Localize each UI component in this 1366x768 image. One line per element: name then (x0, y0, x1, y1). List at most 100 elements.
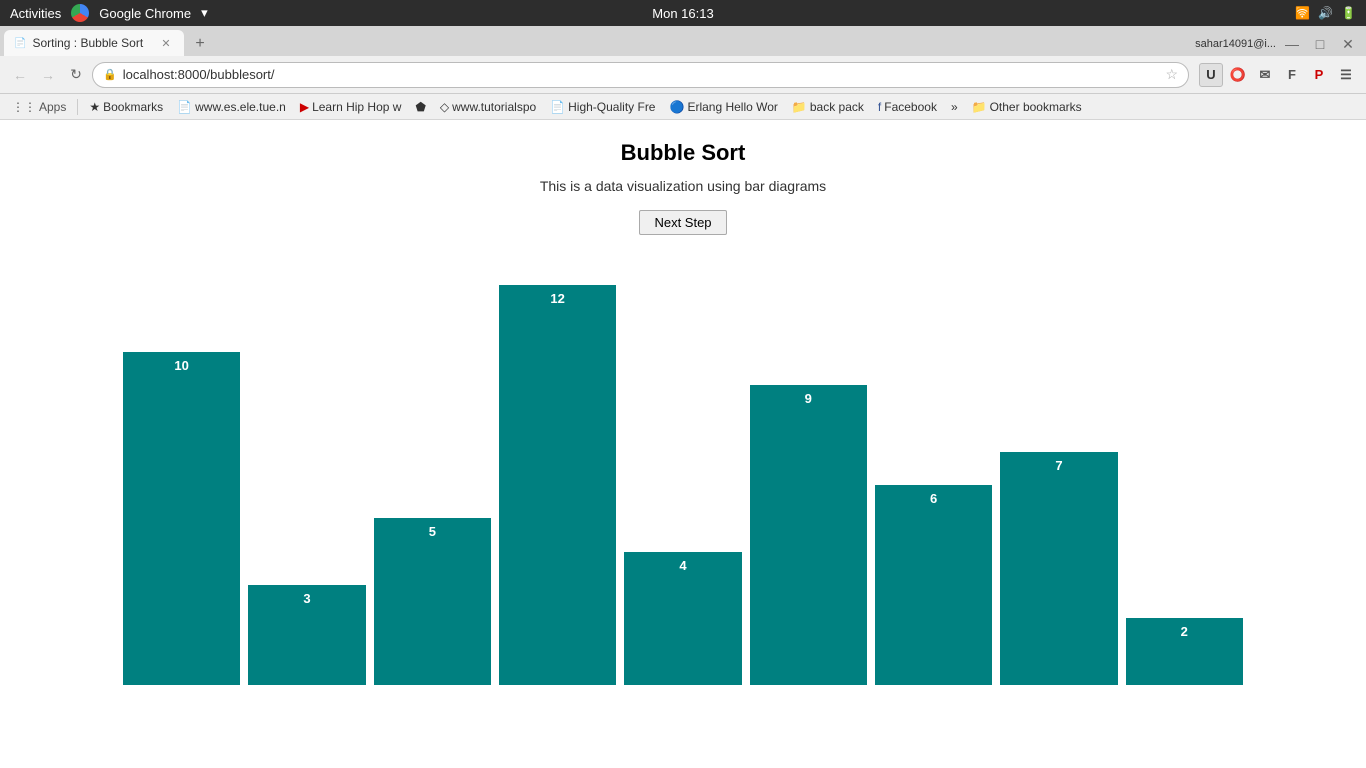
bar-value-label: 2 (1181, 624, 1188, 639)
erlang-icon: 🔵 (669, 100, 684, 114)
tab-close-button[interactable]: ✕ (158, 35, 174, 51)
user-info-label: sahar14091@i... (1195, 38, 1276, 50)
circle-icon: ⬟ (415, 100, 425, 114)
more-bookmarks-icon: » (951, 100, 958, 114)
dropdown-arrow-icon: ▾ (201, 5, 208, 21)
bar-wrapper: 3 (248, 585, 365, 685)
bar-wrapper: 2 (1126, 618, 1243, 685)
chart-bar: 9 (750, 385, 867, 685)
browser-name-label: Google Chrome (99, 6, 191, 21)
doc2-icon: 📄 (550, 100, 565, 114)
bookmark-more[interactable]: » (945, 98, 964, 116)
volume-icon: 🔊 (1318, 6, 1333, 20)
page-content: Bubble Sort This is a data visualization… (0, 120, 1366, 768)
bar-wrapper: 12 (499, 285, 616, 685)
nav-extensions: U ⭕ ✉ F P ☰ (1199, 63, 1358, 87)
bookmark-hq[interactable]: 📄 High-Quality Fre (544, 98, 661, 116)
clock-label: Mon 16:13 (652, 6, 713, 21)
battery-icon: 🔋 (1341, 6, 1356, 20)
folder-icon: 📁 (792, 100, 807, 114)
forward-button[interactable]: → (36, 63, 60, 87)
bar-value-label: 9 (805, 391, 812, 406)
diamond-icon: ◇ (440, 100, 449, 114)
bookmark-es-label: www.es.ele.tue.n (195, 100, 286, 114)
mail-ext-button[interactable]: ✉ (1253, 63, 1277, 87)
bookmark-label: Bookmarks (103, 100, 163, 114)
tab-bar: 📄 Sorting : Bubble Sort ✕ + sahar14091@i… (0, 26, 1366, 56)
chart-bar: 3 (248, 585, 365, 685)
back-button[interactable]: ← (8, 63, 32, 87)
chrome-logo-icon (71, 4, 89, 22)
bar-value-label: 6 (930, 491, 937, 506)
doc-icon: 📄 (177, 100, 192, 114)
bookmark-facebook[interactable]: f Facebook (872, 98, 943, 116)
new-tab-area: + (188, 32, 212, 56)
new-tab-button[interactable]: + (188, 32, 212, 56)
bookmark-other-label: Other bookmarks (990, 100, 1082, 114)
window-controls: sahar14091@i... — □ ✕ (1195, 32, 1366, 56)
tab-favicon-icon: 📄 (14, 38, 26, 49)
bookmark-tutorialspo[interactable]: ◇ www.tutorialspo (434, 98, 542, 116)
bar-value-label: 5 (429, 524, 436, 539)
apps-bookmark[interactable]: ⋮⋮ Apps (6, 98, 72, 116)
menu-button[interactable]: ☰ (1334, 63, 1358, 87)
bar-wrapper: 6 (875, 485, 992, 685)
navigation-bar: ← → ↻ 🔒 localhost:8000/bubblesort/ ☆ U ⭕… (0, 56, 1366, 94)
chart-bar: 10 (123, 352, 240, 685)
apps-label: Apps (39, 100, 66, 114)
bar-value-label: 4 (679, 558, 686, 573)
bookmark-separator (77, 99, 78, 115)
bookmark-learn-hiphop[interactable]: ▶ Learn Hip Hop w (294, 98, 408, 116)
bookmarks-bar: ⋮⋮ Apps ★ Bookmarks 📄 www.es.ele.tue.n ▶… (0, 94, 1366, 120)
chart-bar: 12 (499, 285, 616, 685)
bar-wrapper: 5 (374, 518, 491, 685)
active-tab[interactable]: 📄 Sorting : Bubble Sort ✕ (4, 30, 184, 56)
chart-bar: 5 (374, 518, 491, 685)
tab-title: Sorting : Bubble Sort (32, 36, 143, 50)
youtube-icon: ▶ (300, 100, 309, 114)
bar-value-label: 3 (303, 591, 310, 606)
bar-value-label: 10 (174, 358, 188, 373)
next-step-button[interactable]: Next Step (639, 210, 726, 235)
chart-bar: 7 (1000, 452, 1117, 685)
bookmark-other[interactable]: 📁 Other bookmarks (966, 98, 1088, 116)
bookmark-hq-label: High-Quality Fre (568, 100, 655, 114)
bookmark-tutorials-label: www.tutorialspo (452, 100, 536, 114)
bookmark-backpack-label: back pack (810, 100, 864, 114)
reload-button[interactable]: ↻ (64, 63, 88, 87)
folder2-icon: 📁 (972, 100, 987, 114)
bookmark-icon1[interactable]: ⬟ (409, 98, 431, 116)
bookmark-es-ele[interactable]: 📄 www.es.ele.tue.n (171, 98, 292, 116)
bookmark-backpack[interactable]: 📁 back pack (786, 98, 870, 116)
wifi-icon: 🛜 (1295, 6, 1310, 20)
bar-value-label: 7 (1055, 458, 1062, 473)
chart-bar: 6 (875, 485, 992, 685)
bookmark-bookmarks[interactable]: ★ Bookmarks (83, 98, 169, 116)
bar-wrapper: 4 (624, 552, 741, 685)
page-subtitle: This is a data visualization using bar d… (540, 178, 826, 194)
activities-label[interactable]: Activities (10, 6, 61, 21)
bar-wrapper: 9 (750, 385, 867, 685)
apps-grid-icon: ⋮⋮ (12, 100, 36, 114)
bookmark-hiphop-label: Learn Hip Hop w (312, 100, 401, 114)
browser-window: 📄 Sorting : Bubble Sort ✕ + sahar14091@i… (0, 26, 1366, 768)
page-info-icon: 🔒 (103, 68, 117, 81)
f-ext-button[interactable]: F (1280, 63, 1304, 87)
bookmark-star-icon[interactable]: ☆ (1165, 66, 1178, 83)
minimize-button[interactable]: — (1280, 32, 1304, 56)
close-button[interactable]: ✕ (1336, 32, 1360, 56)
chart-bar: 4 (624, 552, 741, 685)
pinterest-ext-button[interactable]: P (1307, 63, 1331, 87)
bar-chart: 10 3 5 12 4 9 6 7 2 (83, 265, 1283, 685)
address-bar[interactable]: 🔒 localhost:8000/bubblesort/ ☆ (92, 62, 1189, 88)
maximize-button[interactable]: □ (1308, 32, 1332, 56)
os-topbar: Activities Google Chrome ▾ Mon 16:13 🛜 🔊… (0, 0, 1366, 26)
bookmark-erlang-label: Erlang Hello Wor (687, 100, 777, 114)
ubiquity-ext-button[interactable]: U (1199, 63, 1223, 87)
bookmark-facebook-label: Facebook (884, 100, 937, 114)
url-display: localhost:8000/bubblesort/ (123, 67, 1160, 82)
opera-ext-button[interactable]: ⭕ (1226, 63, 1250, 87)
bookmark-erlang[interactable]: 🔵 Erlang Hello Wor (663, 98, 783, 116)
page-title: Bubble Sort (621, 140, 746, 166)
bar-value-label: 12 (550, 291, 564, 306)
